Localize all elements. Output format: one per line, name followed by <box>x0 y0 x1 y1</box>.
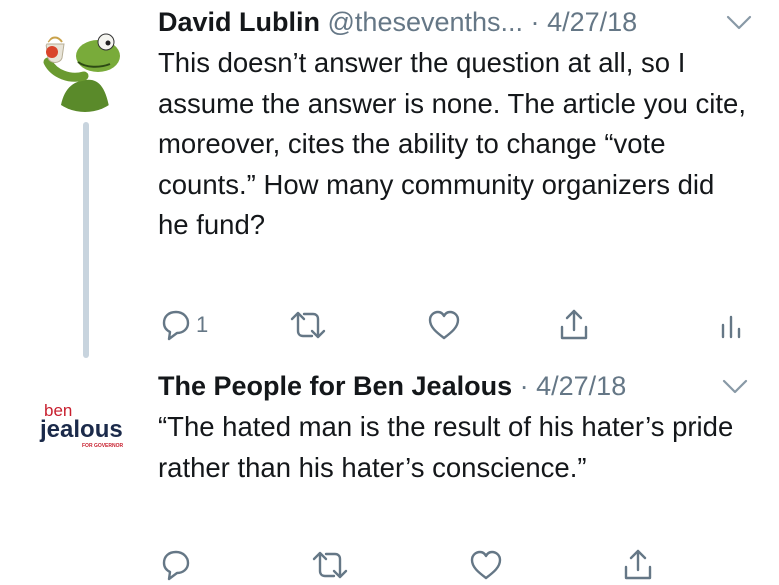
ben-jealous-logo-icon: ben jealous FOR GOVERNOR <box>39 401 124 449</box>
reply-icon <box>162 550 190 581</box>
like-button[interactable] <box>426 305 462 345</box>
separator-dot: · <box>519 371 529 401</box>
separator-dot: · <box>530 7 540 37</box>
tweet-2-text: “The hated man is the result of his hate… <box>158 411 734 483</box>
analytics-button[interactable] <box>718 305 746 345</box>
retweet-button[interactable] <box>288 305 328 345</box>
share-icon <box>560 309 588 340</box>
reply-count: 1 <box>196 312 209 337</box>
retweet-icon <box>312 551 348 579</box>
heart-icon <box>470 550 502 580</box>
heart-icon <box>428 310 460 340</box>
reply-button[interactable]: 1 <box>158 305 208 345</box>
share-button[interactable] <box>556 305 592 345</box>
share-icon <box>624 549 652 580</box>
chevron-down-icon[interactable] <box>726 14 752 32</box>
reply-button[interactable] <box>158 545 194 585</box>
author-name[interactable]: The People for Ben Jealous <box>158 371 512 401</box>
author-name[interactable]: David Lublin <box>158 7 320 37</box>
tweet-actions: 1 <box>158 305 748 345</box>
thread-line <box>83 122 89 358</box>
retweet-icon <box>290 311 326 339</box>
share-button[interactable] <box>620 545 656 585</box>
tweet-date[interactable]: 4/27/18 <box>547 7 637 37</box>
tweet-2-actions <box>158 545 678 585</box>
tweet-header: David Lublin @thesevenths... · 4/27/18 <box>158 4 637 40</box>
kermit-avatar[interactable] <box>40 22 130 112</box>
reply-icon <box>162 310 190 341</box>
ben-jealous-logo[interactable]: ben jealous FOR GOVERNOR <box>38 400 138 450</box>
tweet-text: This doesn’t answer the question at all,… <box>158 47 746 240</box>
like-button[interactable] <box>468 545 504 585</box>
chevron-down-icon[interactable] <box>722 378 748 396</box>
logo-line-3: FOR GOVERNOR <box>82 443 124 449</box>
retweet-button[interactable] <box>310 545 350 585</box>
tweet-2-header: The People for Ben Jealous · 4/27/18 <box>158 368 626 404</box>
logo-line-2: jealous <box>39 416 123 443</box>
kermit-tea-icon <box>40 22 130 112</box>
analytics-icon <box>721 315 741 339</box>
tweet-1[interactable]: David Lublin @thesevenths... · 4/27/18 T… <box>0 0 779 365</box>
tweet-date[interactable]: 4/27/18 <box>536 371 626 401</box>
author-handle[interactable]: @thesevenths... <box>328 7 524 37</box>
